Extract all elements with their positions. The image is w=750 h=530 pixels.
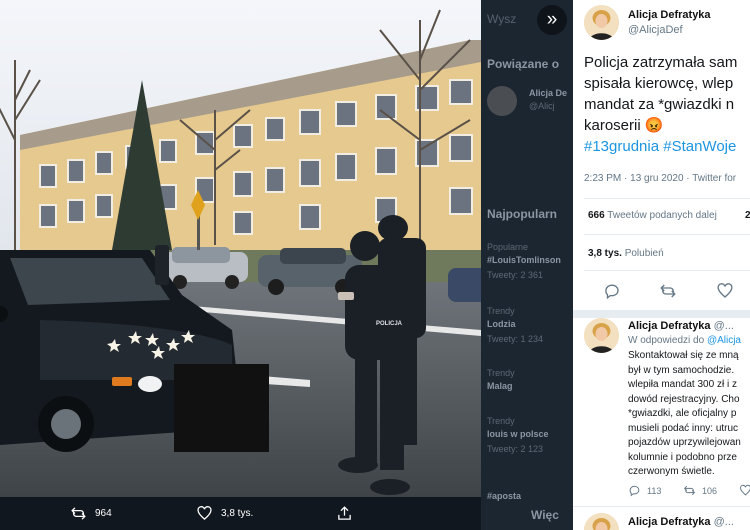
tweet-timestamp[interactable]: 2:23 PM · 13 gru 2020 · Twitter for <box>584 173 736 184</box>
next-author-name[interactable]: Alicja Defratyka @... <box>628 516 734 528</box>
trend-name[interactable]: #LouisTomlinson <box>487 255 561 265</box>
reply-icon <box>629 485 640 497</box>
photo-like-count: 3,8 tys. <box>221 508 254 519</box>
heart-icon <box>197 506 212 521</box>
angry-face-emoji: 😡 <box>644 117 664 134</box>
reply-line: musieli podać inny: utruc <box>628 422 739 434</box>
reply-author-avatar[interactable] <box>584 318 619 353</box>
divider <box>584 234 750 235</box>
related-title: Powiązane o <box>487 57 560 71</box>
photo-action-bar: 964 3,8 tys. <box>0 497 481 530</box>
trend-context: Popularne <box>487 242 529 252</box>
retweet-icon <box>683 485 696 496</box>
next-author-handle: @... <box>713 516 734 528</box>
reply-line: *gwiazdki, ale oficjalny p <box>628 408 737 419</box>
like-stat-label: Polubień <box>624 248 664 259</box>
avatar-portrait <box>584 5 619 40</box>
photo-scene: POLICJA <box>0 0 481 497</box>
reply-line: dowód rejestracyjny. Cho <box>628 393 740 405</box>
trend-count: Tweety: 2 361 <box>487 270 544 280</box>
photo-retweet-button[interactable]: 964 <box>70 505 112 522</box>
reply-retweet-count: 106 <box>702 485 718 496</box>
trend-name[interactable]: #aposta <box>487 491 521 501</box>
trending-title: Najpopularn <box>487 207 558 221</box>
reply-line: pojazdów uprzywilejowan <box>628 437 741 448</box>
trend-count: Tweety: 2 123 <box>487 444 544 454</box>
reply-author-handle: @... <box>713 320 734 332</box>
author-avatar[interactable] <box>584 5 619 40</box>
quote-stat-count: 2 <box>745 210 750 221</box>
retweet-icon[interactable] <box>659 282 677 300</box>
reply-retweet-button[interactable]: 106 <box>683 484 717 497</box>
like-stat[interactable]: 3,8 tys. Polubień <box>588 248 664 259</box>
tweet-text: Policja zatrzymała sam spisała kierowcę,… <box>584 52 750 157</box>
reply-icon[interactable] <box>603 282 621 300</box>
tweet-photo[interactable]: POLICJA <box>0 0 481 497</box>
tweet-line: karoserii <box>584 117 641 134</box>
search-fragment: Wysz <box>487 12 517 26</box>
trend-name[interactable]: louis w polsce <box>487 429 549 439</box>
reply-reply-button[interactable]: 113 <box>628 484 661 497</box>
tweet-line: mandat za *gwiazdki n <box>584 96 735 113</box>
section-divider <box>573 310 750 318</box>
reply-line: Skontaktował się ze mną <box>628 350 739 361</box>
reply-text: Skontaktował się ze mną był w tym samoch… <box>628 349 750 480</box>
divider <box>584 270 750 271</box>
avatar-portrait <box>584 318 619 353</box>
retweet-stat-label: Tweetów podanych dalej <box>607 210 717 221</box>
avatar-portrait <box>584 513 619 530</box>
reply-line: był w tym samochodzie. <box>628 364 735 376</box>
related-avatar[interactable] <box>487 86 517 116</box>
reply-line: czerwonym świetle. <box>628 466 715 477</box>
trend-context: Trendy <box>487 416 515 426</box>
reply-like-button[interactable] <box>739 484 750 497</box>
divider <box>573 506 750 507</box>
reply-author-name[interactable]: Alicja Defratyka @... <box>628 320 734 332</box>
reply-to-handle[interactable]: @Alicja <box>707 335 741 346</box>
trend-count: Tweety: 1 234 <box>487 334 544 344</box>
like-stat-count: 3,8 tys. <box>588 248 622 259</box>
author-handle[interactable]: @AlicjaDef <box>628 24 683 36</box>
trend-context: Trendy <box>487 368 515 378</box>
dimmed-sidebar: Wysz Powiązane o Alicja De @Alicj Najpop… <box>481 0 573 530</box>
trend-context: Trendy <box>487 306 515 316</box>
quote-stat[interactable]: 2 <box>745 210 750 221</box>
divider <box>584 198 750 199</box>
collapse-panel-button[interactable]: » <box>537 5 567 35</box>
photo-like-button[interactable]: 3,8 tys. <box>196 505 253 522</box>
next-author-text: Alicja Defratyka <box>628 516 711 528</box>
tweet-line: spisała kierowcę, wlep <box>584 75 734 92</box>
reply-to: W odpowiedzi do @Alicja <box>628 335 741 346</box>
retweet-stat-count: 666 <box>588 210 605 221</box>
photo-share-button[interactable] <box>336 505 353 522</box>
photo-retweet-count: 964 <box>95 508 112 519</box>
heart-icon <box>740 484 750 496</box>
reply-author-text: Alicja Defratyka <box>628 320 711 332</box>
reply-to-prefix: W odpowiedzi do <box>628 335 705 346</box>
double-chevron-right-icon: » <box>546 9 558 30</box>
related-handle: @Alicj <box>529 101 555 111</box>
next-author-avatar[interactable] <box>584 513 619 530</box>
reply-reply-count: 113 <box>647 485 662 496</box>
share-icon <box>338 506 351 520</box>
reply-line: wlepiła mandat 300 zł i z <box>628 379 737 390</box>
related-user[interactable]: Alicja De <box>529 88 567 98</box>
heart-icon[interactable] <box>716 282 734 300</box>
police-patch: POLICJA <box>376 321 403 327</box>
tweet-line: Policja zatrzymała sam <box>584 54 738 71</box>
trend-name[interactable]: Lodzia <box>487 319 516 329</box>
tweet-panel: Alicja Defratyka @AlicjaDef Policja zatr… <box>573 0 750 530</box>
retweet-icon <box>71 507 86 520</box>
retweet-stat[interactable]: 666 Tweetów podanych dalej <box>588 210 717 221</box>
sidebar-bottom-fragment: Więc <box>531 508 559 522</box>
hashtags[interactable]: #13grudnia #StanWoje <box>584 136 750 157</box>
author-name[interactable]: Alicja Defratyka <box>628 9 711 21</box>
reply-line: kolumnie i podobno prze <box>628 451 737 463</box>
trend-name[interactable]: Malag <box>487 381 513 391</box>
